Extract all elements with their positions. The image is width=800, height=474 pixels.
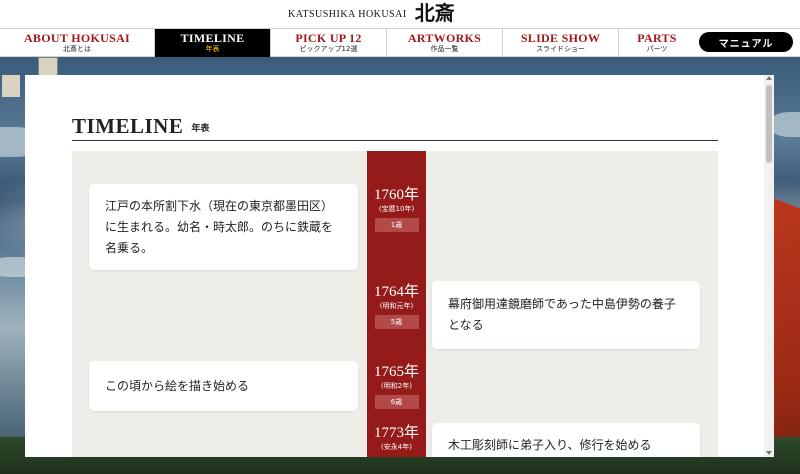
page-title-jp: 年表 xyxy=(191,124,210,134)
era-label: (明和元年) xyxy=(379,302,414,310)
nav-label-jp: スライドショー xyxy=(536,45,585,53)
age-badge: 5歳 xyxy=(374,315,419,329)
page-title: TIMELINE 年表 xyxy=(72,113,718,141)
age-badge: 6歳 xyxy=(374,395,419,409)
era-label: (宝暦10年) xyxy=(378,205,415,213)
nav-item-timeline[interactable]: TIMELINE 年表 xyxy=(155,29,271,57)
timeline-event: 木工彫刻師に弟子入り、修行を始める xyxy=(432,423,700,457)
year-label: 1773年 xyxy=(373,425,419,441)
nav-label-en: ABOUT HOKUSAI xyxy=(23,31,131,45)
site-header: KATSUSHIKA HOKUSAI 北斎 xyxy=(0,0,800,28)
nav-label-jp: 北斎とは xyxy=(63,45,91,53)
scroll-up-arrow-icon[interactable] xyxy=(766,76,772,80)
site-logo[interactable]: KATSUSHIKA HOKUSAI 北斎 xyxy=(288,2,455,24)
timeline-year: 1764年 (明和元年) 5歳 xyxy=(367,284,426,329)
timeline-year: 1773年 (安永4年) xyxy=(367,425,426,452)
nav-label-jp: 年表 xyxy=(205,45,220,53)
brand-name-en: KATSUSHIKA HOKUSAI xyxy=(288,9,407,20)
manual-button[interactable]: マニュアル xyxy=(699,32,793,52)
artwork-cloud xyxy=(770,112,800,137)
nav-label-jp: ピックアップ12選 xyxy=(299,45,358,53)
era-label: (明和2年) xyxy=(381,382,412,390)
nav-item-parts[interactable]: PARTS パーツ xyxy=(619,29,695,57)
nav-label-jp: 作品一覧 xyxy=(430,45,459,53)
nav-label-en: SLIDE SHOW xyxy=(520,31,601,45)
timeline-year: 1765年 (明和2年) 6歳 xyxy=(367,364,426,409)
main-nav: ABOUT HOKUSAI 北斎とは TIMELINE 年表 PICK UP 1… xyxy=(0,28,800,57)
nav-item-pickup[interactable]: PICK UP 12 ピックアップ12選 xyxy=(271,29,387,57)
timeline-event: この頃から絵を描き始める xyxy=(89,361,358,411)
year-label: 1765年 xyxy=(373,364,419,380)
nav-label-en: PARTS xyxy=(637,31,677,45)
timeline-year: 1760年 (宝暦10年) 1歳 xyxy=(367,187,426,232)
artwork-cartouche xyxy=(2,75,20,97)
timeline-event: 江戸の本所割下水（現在の東京都墨田区）に生まれる。幼名・時太郎。のちに鉄蔵を名乗… xyxy=(89,184,358,270)
year-label: 1764年 xyxy=(373,284,419,300)
nav-label-jp: パーツ xyxy=(646,45,668,53)
nav-item-slideshow[interactable]: SLIDE SHOW スライドショー xyxy=(503,29,619,57)
page-scrollbar[interactable] xyxy=(764,75,774,457)
content-panel: TIMELINE 年表 1760年 (宝暦10年) 1歳 江戸の本所割下水（現在… xyxy=(25,75,774,457)
brand-name-jp: 北斎 xyxy=(414,1,455,25)
timeline: 1760年 (宝暦10年) 1歳 江戸の本所割下水（現在の東京都墨田区）に生まれ… xyxy=(72,151,718,457)
era-label: (安永4年) xyxy=(381,443,412,451)
nav-item-about[interactable]: ABOUT HOKUSAI 北斎とは xyxy=(0,29,155,57)
timeline-event: 幕府御用達鏡磨師であった中島伊勢の養子となる xyxy=(432,281,700,349)
age-badge: 1歳 xyxy=(374,218,419,232)
year-label: 1760年 xyxy=(373,187,419,203)
nav-label-en: PICK UP 12 xyxy=(295,31,362,45)
nav-label-en: TIMELINE xyxy=(180,31,245,45)
scroll-down-arrow-icon[interactable] xyxy=(766,451,772,455)
nav-label-en: ARTWORKS xyxy=(407,31,482,45)
nav-item-artworks[interactable]: ARTWORKS 作品一覧 xyxy=(387,29,503,57)
scrollbar-thumb[interactable] xyxy=(766,85,772,163)
page-title-en: TIMELINE xyxy=(72,114,184,138)
